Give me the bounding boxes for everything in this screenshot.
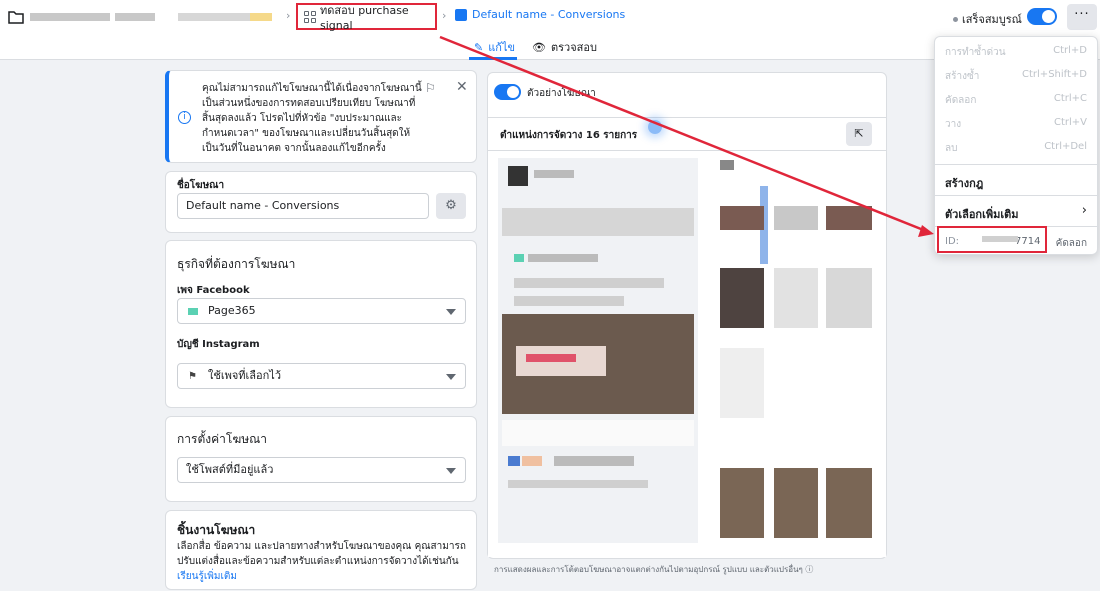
menu-item-shortcut: Ctrl+C xyxy=(1053,93,1087,104)
tab-review[interactable]: 👁 ตรวจสอบ xyxy=(532,38,597,56)
preview-disclaimer: การแสดงผลและการโต้ตอบโฆษณาอาจแตกต่างกันไ… xyxy=(494,563,813,576)
ad-setup-select[interactable]: ใช้โพสต์ที่มีอยู่แล้ว xyxy=(177,457,466,483)
identity-title: ธุรกิจที่ต้องการโฆษณา xyxy=(177,257,296,271)
eye-icon: 👁 xyxy=(532,40,546,54)
preview-toggle[interactable] xyxy=(494,84,521,100)
preview-footer-text: การแสดงผลและการโต้ตอบโฆษณาอาจแตกต่างกันไ… xyxy=(494,565,803,574)
status-dot-icon xyxy=(953,16,958,22)
menu-item-copy[interactable]: คัดลอก Ctrl+C xyxy=(935,87,1099,111)
expand-icon[interactable]: ⇱ xyxy=(846,122,872,146)
ad-icon xyxy=(455,8,467,21)
ad-setup-title: การตั้งค่าโฆษณา xyxy=(177,432,267,446)
close-icon[interactable]: ✕ xyxy=(456,79,468,95)
folder-icon[interactable] xyxy=(8,10,24,24)
account-crumb-redacted xyxy=(250,13,272,21)
stories-placement-preview[interactable] xyxy=(716,158,876,543)
menu-item-label: ลบ xyxy=(945,143,958,154)
ad-breadcrumb[interactable]: Default name - Conversions xyxy=(455,8,625,21)
campaign-icon xyxy=(304,10,316,23)
feedback-icon[interactable]: ⚐ xyxy=(425,81,436,95)
menu-item-label: สร้างซ้ำ xyxy=(945,71,980,82)
chevron-down-icon xyxy=(446,468,456,474)
menu-item-paste[interactable]: วาง Ctrl+V xyxy=(935,111,1099,135)
cursor-highlight xyxy=(648,120,662,134)
placements-title: ตำแหน่งการจัดวาง 16 รายการ xyxy=(500,130,638,141)
edit-disabled-notice: i คุณไม่สามารถแก้ไขโฆษณานี้ได้เนื่องจากโ… xyxy=(165,70,477,163)
campaign-breadcrumb[interactable]: ทดสอบ purchase signal xyxy=(296,3,437,32)
menu-item-more-options[interactable]: ตัวเลือกเพิ่มเติม › xyxy=(935,199,1099,223)
chevron-down-icon xyxy=(446,309,456,315)
campaign-breadcrumb-label: ทดสอบ purchase signal xyxy=(320,4,409,32)
creative-card: ชิ้นงานโฆษณา เลือกสื่อ ข้อความ และปลายทา… xyxy=(165,510,477,590)
ad-on-off-toggle[interactable] xyxy=(1027,8,1057,25)
menu-item-shortcut: Ctrl+Shift+D xyxy=(1022,69,1087,80)
menu-item-label: คัดลอก xyxy=(945,95,977,106)
tab-edit[interactable]: ✎ แก้ไข xyxy=(474,38,515,56)
menu-item-duplicate[interactable]: สร้างซ้ำ Ctrl+Shift+D xyxy=(935,63,1099,87)
info-icon: i xyxy=(178,111,191,124)
menu-item-label: สร้างกฎ xyxy=(945,177,984,190)
ad-name-label: ชื่อโฆษณา xyxy=(177,180,225,191)
preview-toggle-label: ตัวอย่างโฆษณา xyxy=(527,88,596,99)
instagram-value: ใช้เพจที่เลือกไว้ xyxy=(208,369,282,382)
flag-icon: ⚑ xyxy=(188,371,197,382)
ad-preview-panel: ตัวอย่างโฆษณา ตำแหน่งการจัดวาง 16 รายการ… xyxy=(487,72,887,574)
account-crumb-redacted[interactable] xyxy=(178,13,258,21)
notice-message: คุณไม่สามารถแก้ไขโฆษณานี้ได้เนื่องจากโฆษ… xyxy=(202,83,422,154)
menu-item-shortcut: Ctrl+D xyxy=(1053,45,1087,56)
learn-more-link[interactable]: เรียนรู้เพิ่มเติม xyxy=(177,569,237,584)
copy-id-button[interactable]: คัดลอก xyxy=(1056,236,1087,251)
menu-item-shortcut: Ctrl+V xyxy=(1053,117,1087,128)
more-options-menu: การทำซ้ำด่วน Ctrl+D สร้างซ้ำ Ctrl+Shift+… xyxy=(934,36,1099,255)
chevron-right-icon: › xyxy=(1081,203,1087,218)
account-crumb-redacted[interactable] xyxy=(115,13,155,21)
tab-review-label: ตรวจสอบ xyxy=(550,41,597,54)
menu-item-delete[interactable]: ลบ Ctrl+Del xyxy=(935,135,1099,159)
status-badge: เสร็จสมบูรณ์ xyxy=(953,10,1022,28)
menu-item-quick-duplicate[interactable]: การทำซ้ำด่วน Ctrl+D xyxy=(935,39,1099,63)
menu-divider xyxy=(935,164,1099,165)
creative-title: ชิ้นงานโฆษณา xyxy=(177,523,256,537)
menu-item-label: การทำซ้ำด่วน xyxy=(945,47,1006,58)
status-label: เสร็จสมบูรณ์ xyxy=(962,13,1022,26)
ad-breadcrumb-label: Default name - Conversions xyxy=(472,8,626,21)
facebook-page-select[interactable]: Page365 xyxy=(177,298,466,324)
instagram-label: บัญชี Instagram xyxy=(177,339,260,350)
account-crumb-redacted[interactable] xyxy=(30,13,110,21)
annotation-arrow-head xyxy=(918,225,934,237)
ad-setup-card: การตั้งค่าโฆษณา ใช้โพสต์ที่มีอยู่แล้ว xyxy=(165,416,477,502)
pencil-icon: ✎ xyxy=(474,40,484,54)
more-options-button[interactable]: ··· xyxy=(1067,4,1097,30)
tab-edit-label: แก้ไข xyxy=(488,41,516,54)
menu-item-shortcut: Ctrl+Del xyxy=(1044,141,1087,152)
feed-placement-preview[interactable] xyxy=(498,158,698,543)
ad-id-highlight-box xyxy=(937,226,1047,253)
menu-item-label: ตัวเลือกเพิ่มเติม xyxy=(945,208,1019,221)
ad-name-card: ชื่อโฆษณา Default name - Conversions ⚙ xyxy=(165,171,477,233)
ad-setup-value: ใช้โพสต์ที่มีอยู่แล้ว xyxy=(186,463,274,476)
chevron-right-icon: › xyxy=(286,9,291,22)
active-tab-indicator xyxy=(469,57,517,60)
facebook-page-value: Page365 xyxy=(208,304,256,317)
menu-item-label: วาง xyxy=(945,119,962,130)
gear-icon[interactable]: ⚙ xyxy=(436,193,466,219)
facebook-page-label: เพจ Facebook xyxy=(177,285,250,296)
menu-item-create-rule[interactable]: สร้างกฎ xyxy=(935,168,1099,192)
placements-preview-area[interactable] xyxy=(488,152,886,557)
identity-card: ธุรกิจที่ต้องการโฆษณา เพจ Facebook Page3… xyxy=(165,240,477,408)
instagram-select[interactable]: ⚑ ใช้เพจที่เลือกไว้ xyxy=(177,363,466,389)
ad-name-input[interactable]: Default name - Conversions xyxy=(177,193,429,219)
menu-divider xyxy=(935,195,1099,196)
creative-description: เลือกสื่อ ข้อความ และปลายทางสำหรับโฆษณาข… xyxy=(177,541,466,567)
chevron-right-icon: › xyxy=(442,9,447,22)
page-flag-icon xyxy=(188,308,198,315)
info-icon[interactable]: ⓘ xyxy=(805,565,813,574)
placements-header: ตำแหน่งการจัดวาง 16 รายการ ⇱ xyxy=(488,117,886,151)
chevron-down-icon xyxy=(446,374,456,380)
